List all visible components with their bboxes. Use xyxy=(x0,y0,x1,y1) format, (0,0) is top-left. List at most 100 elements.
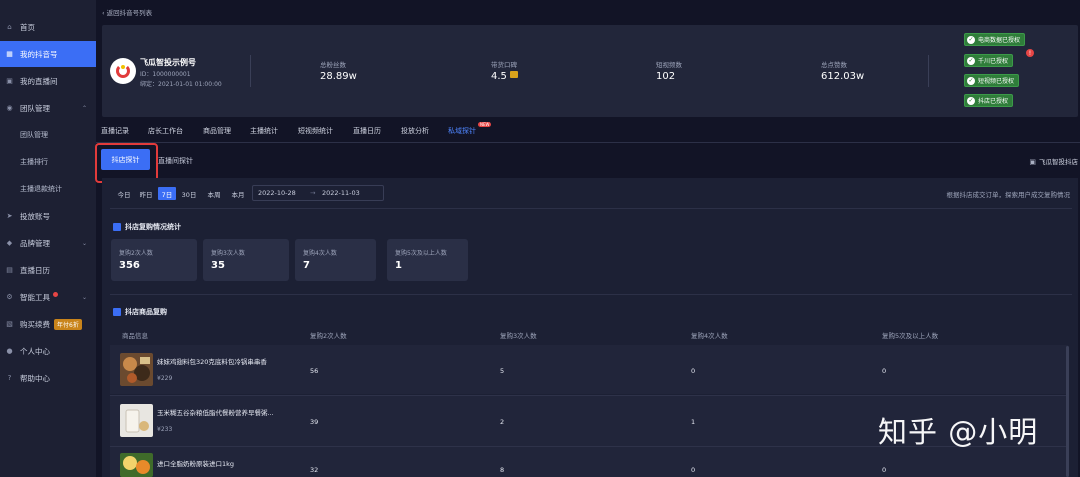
stat-value-likes: 612.03w xyxy=(821,71,865,82)
sidebar-item-refund-stats[interactable]: 主播退款统计 xyxy=(0,176,96,202)
cell-repurchase-5: 0 xyxy=(882,367,887,375)
watermark: 知乎 @小明 xyxy=(878,415,1039,449)
range-7days[interactable]: 7日 xyxy=(158,187,176,200)
send-icon: ➤ xyxy=(6,212,13,220)
sidebar-item-purchase[interactable]: ▧ 购买续费 年付6折 xyxy=(0,311,96,337)
stat-card-repurchase-3: 复购3次人数 35 xyxy=(203,239,289,281)
tab-product-manage[interactable]: 商品管理 xyxy=(203,126,231,136)
auth-badge-video[interactable]: ✓ 短视频已授权 xyxy=(964,74,1020,87)
check-icon: ✓ xyxy=(967,76,975,85)
chevron-down-icon: ⌄ xyxy=(81,239,87,247)
product-thumbnail[interactable] xyxy=(120,353,153,386)
auth-badge-qianchuan[interactable]: ✓ 千川已授权 xyxy=(964,54,1014,67)
cell-repurchase-2: 39 xyxy=(310,418,319,426)
sidebar-item-live-room[interactable]: ▣ 我的直播间 xyxy=(0,68,96,94)
table-row[interactable] xyxy=(110,345,1068,394)
calendar-icon: ▤ xyxy=(6,266,13,274)
col-repurchase-2: 复购2次人数 xyxy=(310,332,347,340)
rating-badge-icon xyxy=(509,71,518,78)
new-badge: NEW xyxy=(478,122,492,127)
date-end[interactable]: 2022-11-03 xyxy=(322,189,360,197)
sidebar-item-smart-tools[interactable]: ⚙ 智能工具 ⌄ xyxy=(0,284,96,310)
sidebar-item-help[interactable]: ? 帮助中心 xyxy=(0,365,96,391)
notification-dot xyxy=(53,292,58,297)
range-this-month[interactable]: 本月 xyxy=(227,187,249,200)
cell-repurchase-3: 8 xyxy=(500,466,505,474)
account-avatar xyxy=(110,58,136,84)
divider xyxy=(250,55,251,87)
stat-card-repurchase-5: 复购5次及以上人数 1 xyxy=(387,239,468,281)
sidebar-item-personal[interactable]: ● 个人中心 xyxy=(0,338,96,364)
discount-badge: 年付6折 xyxy=(54,318,82,330)
auth-badge-store[interactable]: ✓ 抖店已授权 xyxy=(964,94,1014,107)
col-repurchase-4: 复购4次人数 xyxy=(691,332,728,340)
cell-repurchase-4: 1 xyxy=(691,418,696,426)
product-name[interactable]: 妹妹鸡翅料包320克底料包冷锅串串香 xyxy=(157,356,267,366)
account-name: 飞瓜智投示例号 xyxy=(140,58,196,67)
tab-anchor-stats[interactable]: 主播统计 xyxy=(250,126,278,136)
table-row[interactable] xyxy=(110,447,1068,477)
product-name[interactable]: 进口全脂奶粉原装进口1kg xyxy=(157,458,234,468)
tab-live-calendar[interactable]: 直播日历 xyxy=(353,126,381,136)
subtab-live-probe[interactable]: 直播间探针 xyxy=(158,156,193,166)
divider xyxy=(110,208,1072,209)
sidebar-item-calendar[interactable]: ▤ 直播日历 xyxy=(0,257,96,283)
sidebar: ⌂ 首页 ▦ 我的抖音号 ▣ 我的直播间 ◉ 团队管理 ⌃ 团队管理 主播排行 主播退款… xyxy=(0,0,96,477)
tabs-divider xyxy=(96,142,1080,143)
tab-private-probe[interactable]: 私域探针 xyxy=(448,126,476,136)
range-today[interactable]: 今日 xyxy=(114,187,134,200)
sidebar-item-anchor-rank[interactable]: 主播排行 xyxy=(0,149,96,175)
tab-live-records[interactable]: 直播记录 xyxy=(101,126,129,136)
sidebar-item-home[interactable]: ⌂ 首页 xyxy=(0,14,96,40)
date-start[interactable]: 2022-10-28 xyxy=(258,189,296,197)
sidebar-item-team-manage[interactable]: 团队管理 xyxy=(0,122,96,148)
divider xyxy=(928,55,929,87)
main-tabs: 直播记录 店长工作台 商品管理 主播统计 短视频统计 直播日历 投放分析 私域探… xyxy=(96,120,1080,142)
back-to-list-link[interactable]: ‹ 返回抖音号列表 xyxy=(102,7,152,17)
cell-repurchase-3: 2 xyxy=(500,418,505,426)
sidebar-item-brand[interactable]: ◆ 品牌管理 ⌄ xyxy=(0,230,96,256)
brand-icon: ◆ xyxy=(6,239,13,247)
chevron-up-icon: ⌃ xyxy=(81,104,87,112)
product-thumbnail[interactable] xyxy=(120,453,153,477)
col-repurchase-5: 复购5次及以上人数 xyxy=(882,332,939,340)
sidebar-item-team[interactable]: ◉ 团队管理 ⌃ xyxy=(0,95,96,121)
product-thumbnail[interactable] xyxy=(120,404,153,437)
cell-repurchase-4: 0 xyxy=(691,367,696,375)
cell-repurchase-2: 32 xyxy=(310,466,319,474)
auth-badge-ecommerce[interactable]: ✓ 电商数据已授权 xyxy=(964,33,1026,46)
tab-video-stats[interactable]: 短视频统计 xyxy=(298,126,333,136)
highlight-box xyxy=(95,143,158,183)
date-arrow-icon: → xyxy=(310,189,316,197)
stat-label-likes: 总点赞数 xyxy=(821,61,847,69)
stat-label-fans: 总粉丝数 xyxy=(320,61,346,69)
chart-icon xyxy=(113,223,121,231)
col-product-info: 商品信息 xyxy=(122,332,148,340)
user-icon: ● xyxy=(6,347,13,355)
cell-repurchase-5: 0 xyxy=(882,466,887,474)
hint-text: 根据抖店成交订单，探索用户成交复购情况 xyxy=(946,191,1071,199)
sidebar-item-ad-account[interactable]: ➤ 投放账号 xyxy=(0,203,96,229)
tab-manager-desk[interactable]: 店长工作台 xyxy=(148,126,183,136)
tab-ad-analysis[interactable]: 投放分析 xyxy=(401,126,429,136)
check-icon: ✓ xyxy=(967,56,975,65)
sidebar-item-my-douyin[interactable]: ▦ 我的抖音号 xyxy=(0,41,96,67)
stat-value-fans: 28.89w xyxy=(320,71,357,82)
cell-repurchase-2: 56 xyxy=(310,367,319,375)
check-icon: ✓ xyxy=(967,35,975,44)
store-selector[interactable]: ▣ 飞瓜智投抖店 xyxy=(1029,156,1078,166)
account-bind-time: 绑定：2021-01-01 01:00:00 xyxy=(140,81,222,88)
col-repurchase-3: 复购3次人数 xyxy=(500,332,537,340)
stat-label-rating: 带货口碑 xyxy=(491,61,517,69)
douyin-icon: ▦ xyxy=(6,50,13,58)
stat-value-videos: 102 xyxy=(656,71,676,82)
table-scrollbar[interactable] xyxy=(1066,346,1069,477)
stat-label-videos: 短视频数 xyxy=(656,61,682,69)
box-icon xyxy=(113,308,121,316)
team-icon: ◉ xyxy=(6,104,13,112)
product-name[interactable]: 玉米糊五谷杂粮低脂代餐粉营养早餐粥... xyxy=(157,407,274,417)
range-this-week[interactable]: 本周 xyxy=(203,187,225,200)
range-30days[interactable]: 30日 xyxy=(179,187,199,200)
product-price: ¥233 xyxy=(157,426,173,433)
range-yesterday[interactable]: 昨日 xyxy=(136,187,156,200)
